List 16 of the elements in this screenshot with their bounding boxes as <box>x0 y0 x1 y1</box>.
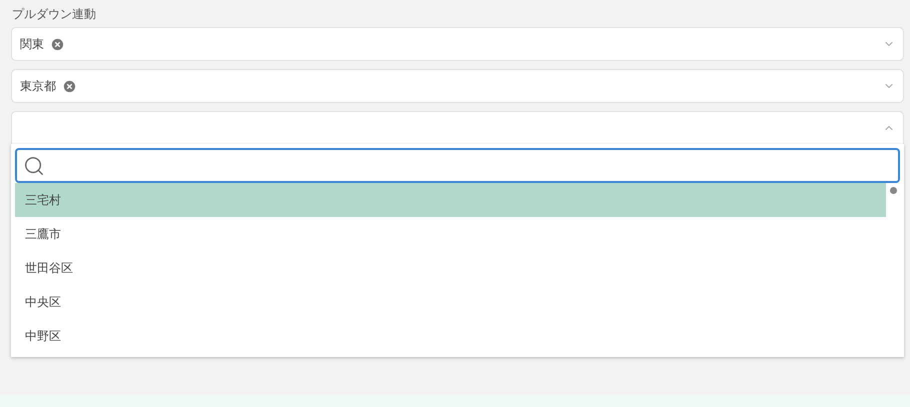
select-field[interactable]: 東京都 <box>11 69 904 103</box>
search-field[interactable] <box>15 148 900 183</box>
dropdown-option[interactable]: 三鷹市 <box>15 217 886 251</box>
selected-value: 東京都 <box>20 78 56 95</box>
dropdown-option[interactable]: 中野区 <box>15 319 886 353</box>
select-field[interactable] <box>11 111 904 145</box>
clear-icon[interactable] <box>62 78 77 94</box>
scrollbar-thumb[interactable] <box>890 187 897 194</box>
search-icon <box>23 154 45 176</box>
select-field[interactable]: 関東 <box>11 27 904 61</box>
field-label: プルダウン連動 <box>12 6 97 23</box>
dropdown-option[interactable]: 中央区 <box>15 285 886 319</box>
selected-value: 関東 <box>20 36 44 53</box>
clear-icon[interactable] <box>50 36 65 52</box>
dropdown-option[interactable]: 三宅村 <box>15 183 886 217</box>
dropdown-option[interactable]: 世田谷区 <box>15 251 886 285</box>
